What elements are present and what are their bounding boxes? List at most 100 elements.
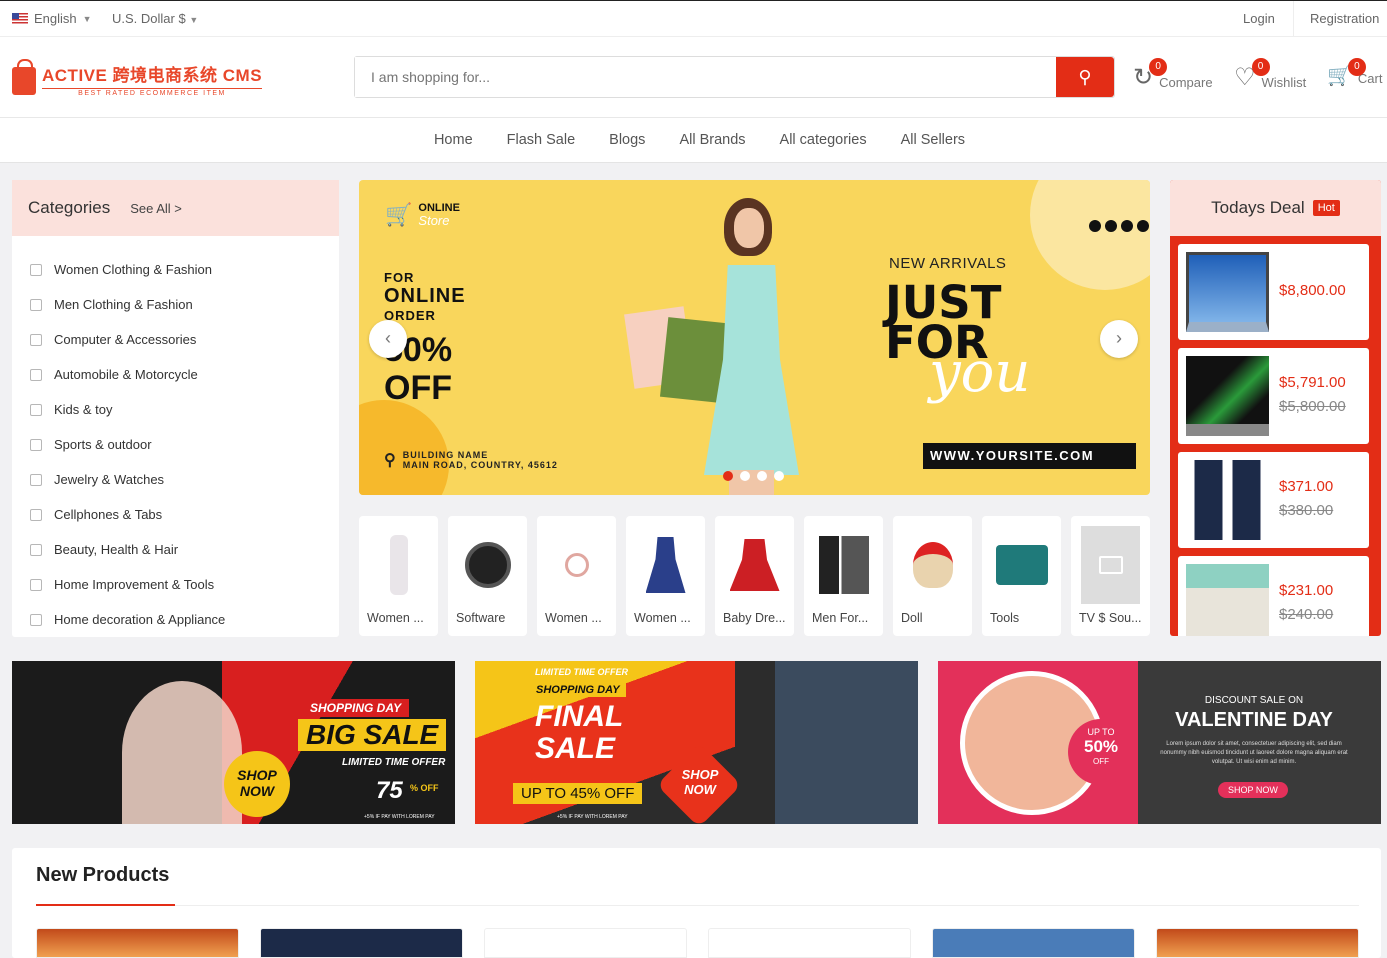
featured-category-card[interactable]: Women ... (626, 516, 705, 636)
category-item[interactable]: Women Clothing & Fashion (12, 252, 339, 287)
category-item[interactable]: Cellphones & Tabs (12, 497, 339, 532)
chevron-right-icon: › (1116, 328, 1122, 348)
instagram-icon (1089, 220, 1101, 232)
nav-all-categories[interactable]: All categories (780, 132, 867, 148)
badge-upto: UP TO (1087, 727, 1115, 737)
deal-item[interactable]: $8,800.00 (1178, 244, 1369, 340)
category-item[interactable]: Jewelry & Watches (12, 462, 339, 497)
blazer-image (1186, 460, 1269, 540)
banner-tag: SHOPPING DAY (302, 699, 410, 717)
slider-dot[interactable] (723, 471, 733, 481)
featured-category-card[interactable]: Baby Dre... (715, 516, 794, 636)
banner-headline-line1: FINAL (535, 700, 624, 733)
category-item[interactable]: Beauty, Health & Hair (12, 532, 339, 567)
slider-dot[interactable] (740, 471, 750, 481)
see-all-link[interactable]: See All > (130, 201, 182, 216)
site-header: ACTIVE 跨境电商系统 CMS BEST RATED ECOMMERCE I… (0, 37, 1387, 118)
slider-dot[interactable] (774, 471, 784, 481)
category-label: Home decoration & Appliance (54, 612, 226, 627)
category-item[interactable]: Kids & toy (12, 392, 339, 427)
site-logo[interactable]: ACTIVE 跨境电商系统 CMS BEST RATED ECOMMERCE I… (12, 59, 263, 97)
category-image (903, 526, 962, 604)
product-card[interactable] (484, 928, 687, 958)
product-card[interactable] (1156, 928, 1359, 958)
nav-all-brands[interactable]: All Brands (679, 132, 745, 148)
featured-category-card[interactable]: Women ... (537, 516, 616, 636)
search-bar: ⚲ (354, 56, 1115, 98)
featured-category-card[interactable]: Tools (982, 516, 1061, 636)
product-card[interactable] (36, 928, 239, 958)
promo-order: ORDER (384, 308, 436, 323)
category-label: Men Clothing & Fashion (54, 297, 193, 312)
category-card-label: Women ... (545, 611, 602, 625)
shop-now-button[interactable]: SHOP NOW (224, 751, 290, 817)
promo-banner-final-sale[interactable]: LIMITED TIME OFFER SHOPPING DAY FINAL SAL… (475, 661, 918, 824)
shop-now-button[interactable]: SHOP NOW (1218, 782, 1288, 798)
toy-icon (30, 403, 42, 416)
compare-label: Compare (1159, 75, 1213, 90)
category-image (636, 526, 695, 604)
featured-category-card[interactable]: Software (448, 516, 527, 636)
category-label: Jewelry & Watches (54, 472, 165, 487)
compare-button[interactable]: ↻ 0 Compare (1133, 58, 1213, 90)
category-item[interactable]: Automobile & Motorcycle (12, 357, 339, 392)
product-card[interactable] (932, 928, 1135, 958)
category-item[interactable]: Men Clothing & Fashion (12, 287, 339, 322)
product-card[interactable] (708, 928, 911, 958)
category-item[interactable]: Home Improvement & Tools (12, 567, 339, 602)
category-label: Kids & toy (54, 402, 113, 417)
chevron-left-icon: ‹ (385, 328, 391, 348)
featured-category-card[interactable]: Women ... (359, 516, 438, 636)
promo-banner-big-sale[interactable]: SHOPPING DAY BIG SALE LIMITED TIME OFFER… (12, 661, 455, 824)
search-button[interactable]: ⚲ (1056, 57, 1114, 97)
currency-selector[interactable]: U.S. Dollar $ ▼ (112, 11, 198, 26)
featured-category-card[interactable]: Men For... (804, 516, 883, 636)
hot-badge: Hot (1312, 200, 1340, 216)
category-image (725, 526, 784, 604)
category-item[interactable]: Home decoration & Appliance (12, 602, 339, 637)
sports-icon (30, 438, 42, 451)
deal-price: $371.00 (1279, 478, 1334, 495)
cart-button[interactable]: 🛒 0 Cart (1327, 58, 1382, 86)
featured-category-card[interactable]: TV $ Sou... (1071, 516, 1150, 636)
badge-off: OFF (1093, 757, 1109, 766)
store-address: ⚲ BUILDING NAME MAIN ROAD, COUNTRY, 45612 (384, 450, 558, 470)
top-bar: English ▼ U.S. Dollar $ ▼ Login Registra… (0, 0, 1387, 37)
slider-prev-button[interactable]: ‹ (369, 320, 407, 358)
nav-home[interactable]: Home (434, 132, 473, 148)
category-card-label: Baby Dre... (723, 611, 786, 625)
category-label: Computer & Accessories (54, 332, 197, 347)
beauty-icon (30, 543, 42, 556)
wishlist-button[interactable]: ♡ 0 Wishlist (1234, 58, 1306, 90)
category-list: Women Clothing & Fashion Men Clothing & … (12, 236, 339, 637)
slider-dot[interactable] (757, 471, 767, 481)
deal-item[interactable]: $5,791.00 $5,800.00 (1178, 348, 1369, 444)
login-link[interactable]: Login (1243, 11, 1275, 26)
category-card-label: Women ... (367, 611, 424, 625)
cart-icon: 🛒 0 (1327, 58, 1366, 86)
product-card[interactable] (260, 928, 463, 958)
deal-item[interactable]: $231.00 $240.00 (1178, 556, 1369, 636)
slider-next-button[interactable]: › (1100, 320, 1138, 358)
category-label: Sports & outdoor (54, 437, 152, 452)
decor-circle (359, 400, 449, 495)
nav-blogs[interactable]: Blogs (609, 132, 645, 148)
nav-all-sellers[interactable]: All Sellers (901, 132, 965, 148)
deal-item[interactable]: $371.00 $380.00 (1178, 452, 1369, 548)
search-input[interactable] (355, 57, 1056, 97)
nav-flash-sale[interactable]: Flash Sale (507, 132, 576, 148)
category-item[interactable]: Computer & Accessories (12, 322, 339, 357)
shop-now-button[interactable]: SHOP NOW (675, 767, 725, 797)
categories-title: Categories (28, 198, 111, 217)
category-image (458, 526, 517, 604)
promo-banner-valentine[interactable]: UP TO 50% OFF DISCOUNT SALE ON VALENTINE… (938, 661, 1381, 824)
category-card-label: Doll (901, 611, 923, 625)
language-selector[interactable]: English ▼ (12, 11, 92, 26)
shopping-bag-image (659, 317, 729, 403)
appliance-icon (30, 613, 42, 626)
featured-category-card[interactable]: Doll (893, 516, 972, 636)
dress-icon (30, 263, 42, 276)
registration-link[interactable]: Registration (1293, 1, 1379, 37)
category-item[interactable]: Sports & outdoor (12, 427, 339, 462)
todays-deal-title: Todays Deal (1211, 198, 1305, 217)
